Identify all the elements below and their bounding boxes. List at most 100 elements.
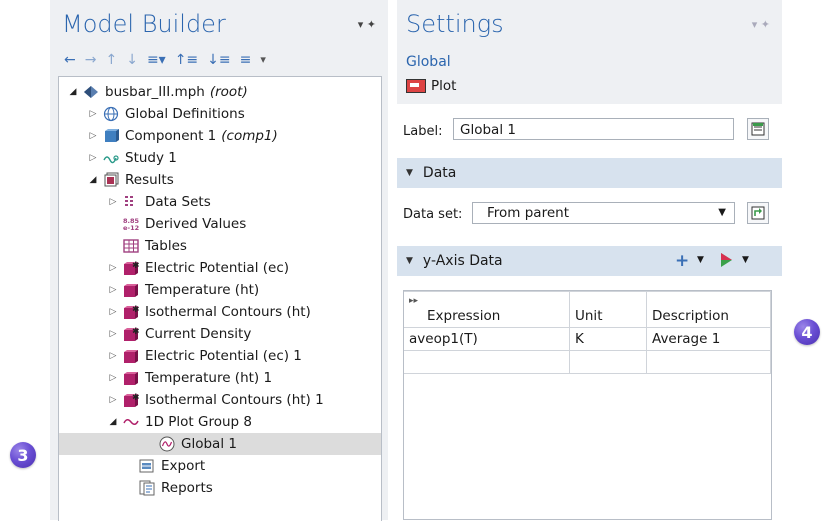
- table-header-description[interactable]: Description: [646, 291, 771, 328]
- table-cell-description[interactable]: [646, 350, 771, 374]
- tree-item-root[interactable]: ◢ busbar_III.mph (root): [59, 81, 381, 103]
- tree-item-current-density[interactable]: ▷ ✱ Current Density: [59, 323, 381, 345]
- expanded-arrow-icon[interactable]: ◢: [87, 175, 99, 185]
- tree-item-electric-potential[interactable]: ▷ ✱ Electric Potential (ec): [59, 257, 381, 279]
- forward-arrow-icon[interactable]: →: [85, 52, 97, 68]
- panel-controls[interactable]: ▾ ✦: [752, 18, 770, 31]
- tree-item-global-1[interactable]: Global 1: [59, 433, 381, 455]
- tree-item-label: Derived Values: [145, 216, 247, 232]
- collapsed-arrow-icon[interactable]: ▷: [107, 197, 119, 207]
- tree-item-temperature-1[interactable]: ▷ Temperature (ht) 1: [59, 367, 381, 389]
- list-view-icon[interactable]: ≡: [240, 52, 252, 68]
- tree-item-label: Export: [161, 458, 206, 474]
- collapsed-arrow-icon[interactable]: ▷: [87, 131, 99, 141]
- export-icon: [139, 458, 155, 474]
- settings-subtitle: Global: [406, 54, 451, 70]
- go-to-source-icon: [751, 206, 765, 220]
- tree-item-tables[interactable]: Tables: [59, 235, 381, 257]
- yaxis-section-header[interactable]: ▼ y-Axis Data + ▼ ▼: [397, 246, 782, 276]
- globe-icon: [103, 106, 119, 122]
- tree-item-label: Reports: [161, 480, 213, 496]
- collapsed-arrow-icon[interactable]: ▷: [107, 395, 119, 405]
- collapsed-arrow-icon[interactable]: ▷: [87, 109, 99, 119]
- collapsed-arrow-icon[interactable]: ▷: [87, 153, 99, 163]
- datasets-icon: [123, 194, 139, 210]
- svg-text:e-12: e-12: [123, 224, 139, 232]
- collapse-arrow-icon[interactable]: ▼: [406, 168, 413, 178]
- chevron-down-icon: ▼: [718, 207, 726, 218]
- tree-item-results[interactable]: ◢ Results: [59, 169, 381, 191]
- replace-expression-icon[interactable]: [719, 252, 733, 272]
- table-cell-unit[interactable]: [569, 350, 647, 374]
- section-title: y-Axis Data: [422, 253, 503, 269]
- chevron-down-icon[interactable]: ▼: [697, 255, 704, 265]
- expanded-arrow-icon[interactable]: ◢: [67, 87, 79, 97]
- model-builder-toolbar: ← → ↑ ↓ ≡▾ ↑≡ ↓≡ ≡ ▾: [64, 50, 266, 70]
- tree-item-component-1[interactable]: ▷ Component 1 (comp1): [59, 125, 381, 147]
- table-cell-unit[interactable]: K: [569, 327, 647, 351]
- tree-item-derived-values[interactable]: 8.85 e-12 Derived Values: [59, 213, 381, 235]
- table-cell-expression[interactable]: [404, 350, 570, 374]
- plot-group-3d-star-icon: ✱: [123, 304, 139, 320]
- collapsed-arrow-icon[interactable]: ▷: [107, 285, 119, 295]
- tree-item-isothermal-contours[interactable]: ▷ ✱ Isothermal Contours (ht): [59, 301, 381, 323]
- tree-item-temperature[interactable]: ▷ Temperature (ht): [59, 279, 381, 301]
- settings-type[interactable]: Plot: [406, 78, 456, 94]
- data-section-header[interactable]: ▼ Data: [397, 158, 782, 188]
- plot-icon[interactable]: [406, 79, 426, 93]
- tree-item-label: Data Sets: [145, 194, 211, 210]
- table-cell-expression[interactable]: aveop1(T): [404, 327, 570, 351]
- tree-item-isothermal-contours-1[interactable]: ▷ ✱ Isothermal Contours (ht) 1: [59, 389, 381, 411]
- tree-item-reports[interactable]: Reports: [59, 477, 381, 499]
- svg-text:✱: ✱: [132, 261, 139, 271]
- collapse-sections-icon[interactable]: ↓≡: [207, 52, 230, 68]
- expand-sections-icon[interactable]: ↑≡: [175, 52, 198, 68]
- label-field[interactable]: Global 1: [453, 118, 734, 140]
- plot-group-3d-icon: [123, 282, 139, 298]
- collapse-arrow-icon[interactable]: ▼: [406, 256, 413, 266]
- panel-controls[interactable]: ▾ ✦: [358, 18, 376, 31]
- table-row[interactable]: [404, 350, 771, 374]
- expanded-arrow-icon[interactable]: ◢: [107, 417, 119, 427]
- tree-item-tag: (comp1): [221, 128, 278, 144]
- show-options-icon[interactable]: ≡▾: [147, 52, 166, 68]
- move-up-icon[interactable]: ↑: [105, 52, 117, 68]
- collapsed-arrow-icon[interactable]: ▷: [107, 307, 119, 317]
- table-header-expression[interactable]: ▸▸ Expression: [404, 291, 570, 328]
- move-down-icon[interactable]: ↓: [126, 52, 138, 68]
- table-header-unit[interactable]: Unit: [569, 291, 647, 328]
- label-caption: Label:: [403, 124, 443, 139]
- tree-item-label: 1D Plot Group 8: [145, 414, 252, 430]
- collapsed-arrow-icon[interactable]: ▷: [107, 263, 119, 273]
- table-row[interactable]: aveop1(T) K Average 1: [404, 327, 771, 351]
- collapsed-arrow-icon[interactable]: ▷: [107, 351, 119, 361]
- tree-item-data-sets[interactable]: ▷ Data Sets: [59, 191, 381, 213]
- tree-item-label: Electric Potential (ec) 1: [145, 348, 302, 364]
- expression-table: ▸▸ Expression Unit Description aveop1(T)…: [403, 290, 772, 520]
- tree-item-electric-potential-1[interactable]: ▷ Electric Potential (ec) 1: [59, 345, 381, 367]
- chevron-down-icon[interactable]: ▼: [742, 255, 749, 265]
- settings-body: Label: Global 1 ▼ Data Data set: From pa…: [397, 104, 782, 520]
- collapsed-arrow-icon[interactable]: ▷: [107, 329, 119, 339]
- add-expression-icon[interactable]: +: [675, 251, 689, 271]
- tree-item-label: Study 1: [125, 150, 177, 166]
- tree-item-1d-plot-group-8[interactable]: ◢ 1D Plot Group 8: [59, 411, 381, 433]
- back-arrow-icon[interactable]: ←: [64, 52, 76, 68]
- go-to-source-button[interactable]: [747, 202, 769, 224]
- more-options-icon[interactable]: ▾: [260, 52, 266, 68]
- settings-title: Settings: [406, 10, 504, 38]
- tree-item-export[interactable]: Export: [59, 455, 381, 477]
- dataset-select[interactable]: From parent ▼: [472, 202, 735, 224]
- row-handle-icon: ▸▸: [409, 296, 419, 306]
- tree-item-label: Global 1: [181, 436, 237, 452]
- collapsed-arrow-icon[interactable]: ▷: [107, 373, 119, 383]
- tree-item-tag: (root): [209, 84, 248, 100]
- tree-item-study-1[interactable]: ▷ Study 1: [59, 147, 381, 169]
- component-cube-icon: [103, 128, 119, 144]
- tree-item-global-definitions[interactable]: ▷ Global Definitions: [59, 103, 381, 125]
- tree-item-label: Electric Potential (ec): [145, 260, 290, 276]
- tree-item-label: Global Definitions: [125, 106, 245, 122]
- table-cell-description[interactable]: Average 1: [646, 327, 771, 351]
- tree-item-label: Current Density: [145, 326, 252, 342]
- edit-label-button[interactable]: [747, 118, 769, 140]
